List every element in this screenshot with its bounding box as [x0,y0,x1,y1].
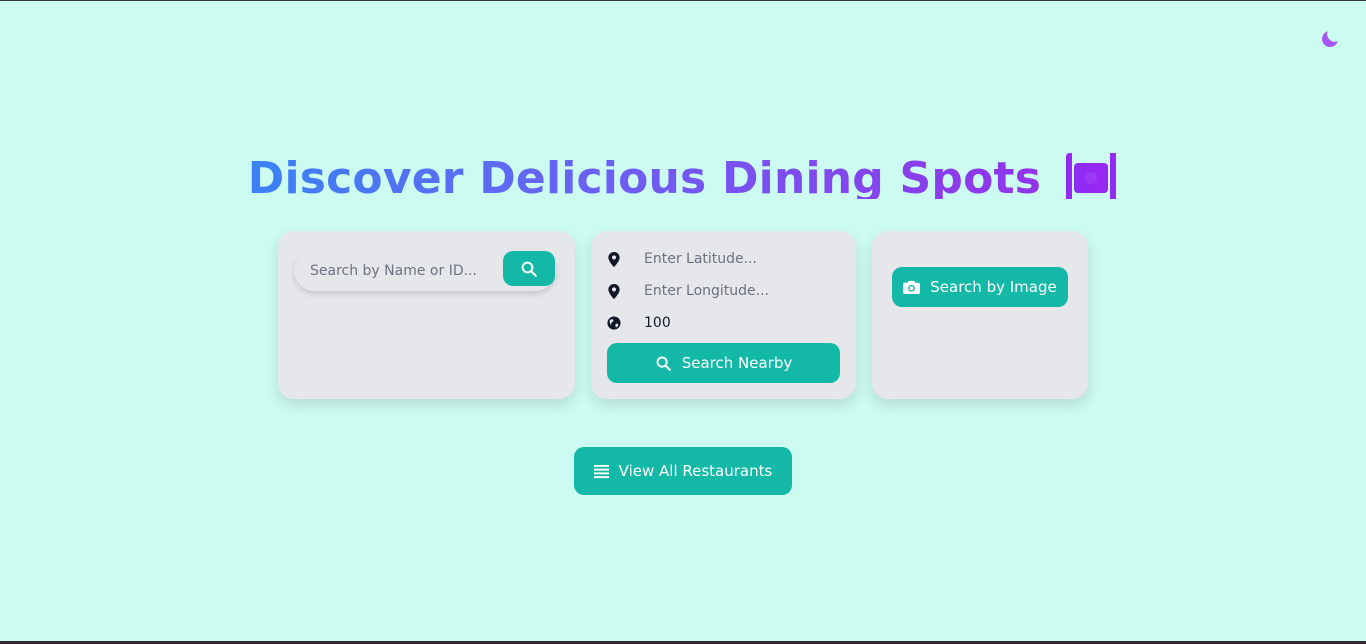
search-nearby-button[interactable]: Search Nearby [607,343,840,383]
latitude-input[interactable] [644,251,834,267]
moon-icon [1322,31,1338,47]
view-all-restaurants-button[interactable]: View All Restaurants [574,447,792,495]
name-search-button[interactable] [503,251,555,286]
globe-icon [607,316,621,330]
utensils-plate-icon [1064,151,1118,199]
latitude-row [607,247,834,271]
longitude-row [607,279,834,303]
radius-input[interactable] [644,315,834,331]
theme-toggle-button[interactable] [1318,27,1342,51]
view-all-restaurants-label: View All Restaurants [618,462,773,480]
geo-search-card: Search Nearby [591,231,856,399]
map-pin-icon [607,251,621,267]
search-by-image-label: Search by Image [930,278,1057,296]
page-title-wrapper: Discover Delicious Dining Spots [0,149,1366,199]
search-nearby-label: Search Nearby [681,354,793,372]
map-pin-icon [607,283,621,299]
search-icon [655,355,672,372]
list-icon [593,464,609,479]
image-search-card: Search by Image [872,231,1088,399]
name-search-input[interactable] [310,262,490,279]
name-search-card [278,231,575,399]
page-title: Discover Delicious Dining Spots [248,149,1041,199]
longitude-input[interactable] [644,283,834,299]
search-by-image-button[interactable]: Search by Image [892,267,1068,307]
camera-icon [903,280,921,294]
search-icon [521,261,537,277]
name-search-box [294,250,556,291]
radius-row [607,311,834,335]
